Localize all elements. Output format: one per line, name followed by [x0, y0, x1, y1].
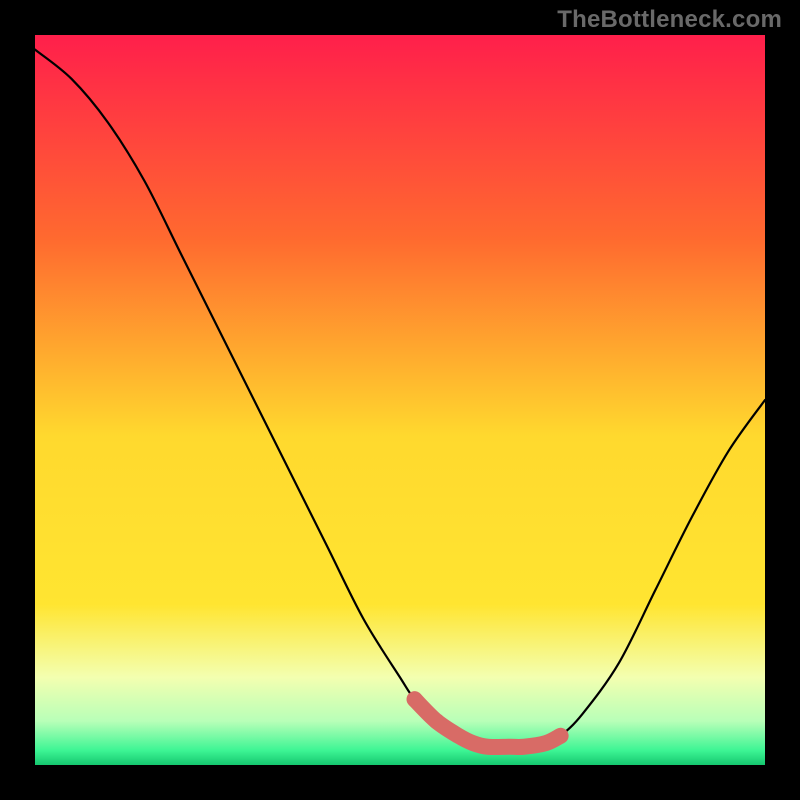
watermark-text: TheBottleneck.com	[557, 6, 782, 34]
plot-area	[35, 35, 765, 765]
gradient-background	[35, 35, 765, 765]
highlight-dot	[407, 691, 423, 707]
highlight-dot	[429, 713, 445, 729]
bottleneck-chart	[35, 35, 765, 765]
chart-frame: TheBottleneck.com	[0, 0, 800, 800]
